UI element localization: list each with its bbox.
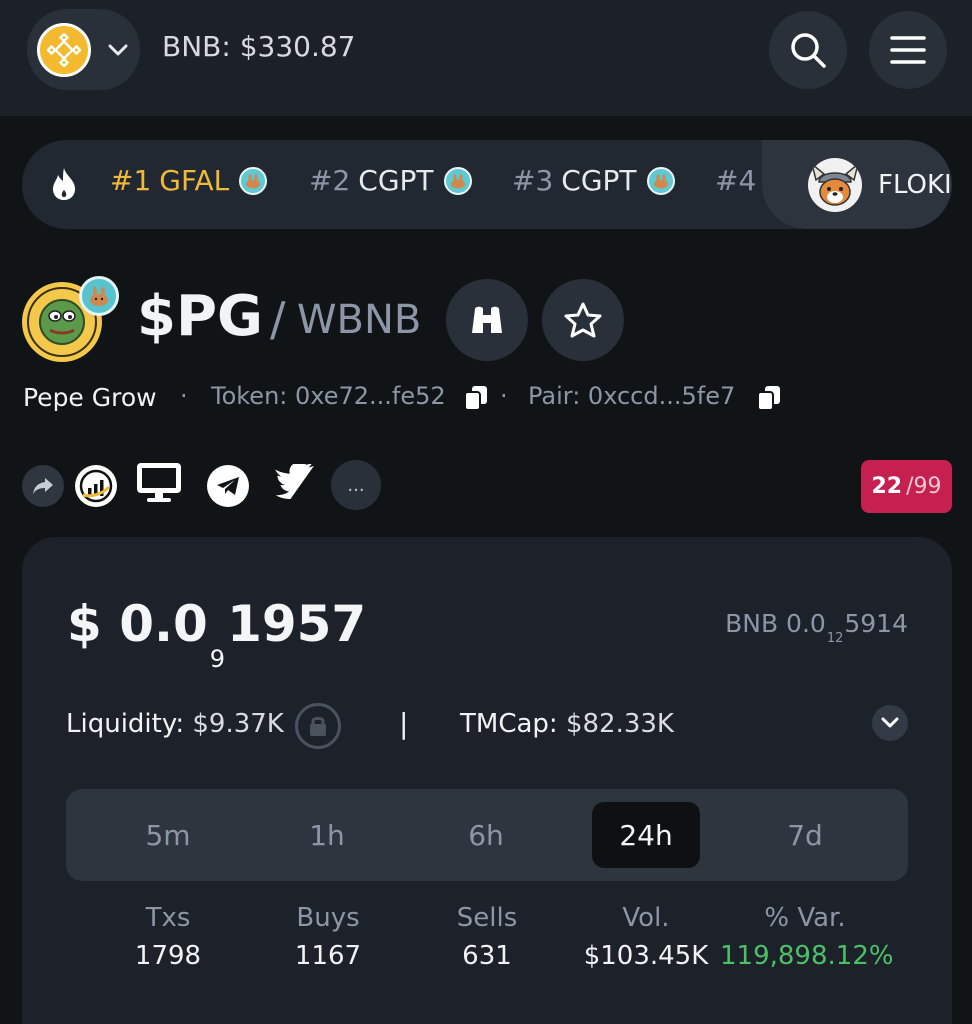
score-value: 22 [871, 474, 903, 499]
favorite-button[interactable] [542, 279, 624, 361]
search-icon [791, 33, 826, 68]
promo-name: FLOKI [878, 169, 952, 200]
trending-rank: #2 [309, 164, 351, 197]
metric-volume: Vol. $103.45K [561, 903, 731, 971]
metric-label: Vol. [622, 903, 670, 933]
binoculars-icon [472, 306, 502, 333]
liquidity-value: $9.37K [192, 709, 284, 739]
timeframe-6h[interactable]: 6h [432, 802, 540, 868]
quote-symbol: WBNB [297, 297, 422, 343]
twitter-link[interactable] [275, 464, 317, 500]
usd-zero-count: 9 [209, 645, 226, 673]
trending-ticker: #1 GFAL #2 CGPT #3 CGPT #4 FLOKI [22, 140, 952, 229]
trending-item-1[interactable]: #1 GFAL [110, 164, 268, 197]
price-card: $ 0.091957 BNB 0.0125914 Liquidity: $9.3… [22, 537, 952, 1024]
metric-label: % Var. [764, 903, 846, 933]
trending-rank: #3 [512, 164, 554, 197]
share-button[interactable] [22, 465, 64, 507]
chevron-down-icon [108, 44, 128, 55]
token-address: Token: 0xe72...fe52 [211, 382, 446, 410]
metric-value: 1167 [294, 941, 362, 971]
twitter-icon [275, 464, 315, 500]
metric-label: Buys [296, 903, 360, 933]
score-total: /99 [906, 474, 942, 499]
timeframe-7d[interactable]: 7d [751, 802, 859, 868]
trending-item-4[interactable]: #4 [715, 164, 756, 197]
monitor-icon [137, 463, 181, 502]
trending-rank: #4 [715, 164, 757, 197]
metric-sells: Sells 631 [402, 903, 572, 971]
copy-token-icon[interactable] [463, 384, 489, 412]
star-icon [564, 302, 602, 338]
metric-label: Sells [456, 903, 518, 933]
metric-variation: % Var. 119,898.12% [720, 903, 894, 971]
more-links-button[interactable]: ... [331, 460, 381, 510]
watch-button[interactable] [446, 279, 528, 361]
trending-symbol: GFAL [159, 164, 230, 197]
pancakeswap-badge-icon [79, 276, 119, 316]
pancakeswap-icon [646, 166, 675, 195]
timeframe-5m[interactable]: 5m [114, 802, 222, 868]
trending-symbol: CGPT [561, 164, 637, 197]
metric-buys: Buys 1167 [243, 903, 413, 971]
lock-icon [310, 716, 326, 736]
info-separator: · [180, 382, 188, 410]
liquidity-lock-button[interactable] [295, 703, 341, 749]
chart-logo-link[interactable] [75, 465, 117, 507]
bnb-price: BNB: $330.87 [162, 30, 356, 63]
timeframe-selector: 5m 1h 6h 24h 7d [66, 789, 908, 881]
chevron-down-icon [881, 717, 899, 728]
trending-rank: #1 [110, 164, 152, 197]
share-icon [33, 478, 53, 494]
liquidity-stat: Liquidity: $9.37K [66, 709, 284, 739]
usd-price: $ 0.091957 [67, 595, 367, 673]
bnb-chain-logo [37, 22, 91, 77]
token-name: Pepe Grow [23, 383, 157, 412]
search-button[interactable] [769, 11, 847, 89]
trending-item-3[interactable]: #3 CGPT [512, 164, 675, 197]
timeframe-24h[interactable]: 24h [592, 802, 700, 868]
info-separator: · [500, 382, 508, 410]
metric-value: 119,898.12% [720, 941, 894, 971]
trending-symbol: CGPT [358, 164, 434, 197]
metric-value: 631 [462, 941, 512, 971]
pair-address: Pair: 0xccd...5fe7 [528, 382, 736, 410]
floki-logo [808, 157, 862, 212]
telegram-icon [217, 477, 239, 495]
pancakeswap-icon [443, 166, 472, 195]
fire-icon [53, 168, 75, 200]
chain-selector[interactable] [27, 9, 140, 90]
menu-icon [890, 36, 926, 64]
copy-pair-icon[interactable] [756, 384, 782, 412]
metric-txs: Txs 1798 [83, 903, 253, 971]
metric-value: 1798 [134, 941, 202, 971]
menu-button[interactable] [869, 11, 947, 89]
tmcap-value: $82.33K [565, 709, 674, 739]
tmcap-stat: TMCap: $82.33K [460, 709, 674, 739]
token-symbol: $PG [137, 284, 263, 349]
bnb-price-value: BNB 0.0125914 [725, 609, 908, 646]
top-bar: BNB: $330.87 [0, 0, 972, 116]
timeframe-1h[interactable]: 1h [273, 802, 381, 868]
pair-slash: / [270, 292, 286, 346]
bnb-zero-count: 12 [826, 631, 844, 646]
metric-label: Txs [145, 903, 191, 933]
promo-floki[interactable]: FLOKI [762, 140, 952, 229]
stats-separator: | [399, 707, 409, 740]
chart-logo-icon [79, 469, 113, 503]
expand-stats-button[interactable] [872, 705, 908, 741]
metric-value: $103.45K [583, 941, 709, 971]
telegram-link[interactable] [207, 465, 249, 507]
pancakeswap-icon [239, 166, 268, 195]
website-link[interactable] [135, 461, 183, 505]
score-badge[interactable]: 22 /99 [861, 460, 952, 513]
trending-item-2[interactable]: #2 CGPT [309, 164, 472, 197]
